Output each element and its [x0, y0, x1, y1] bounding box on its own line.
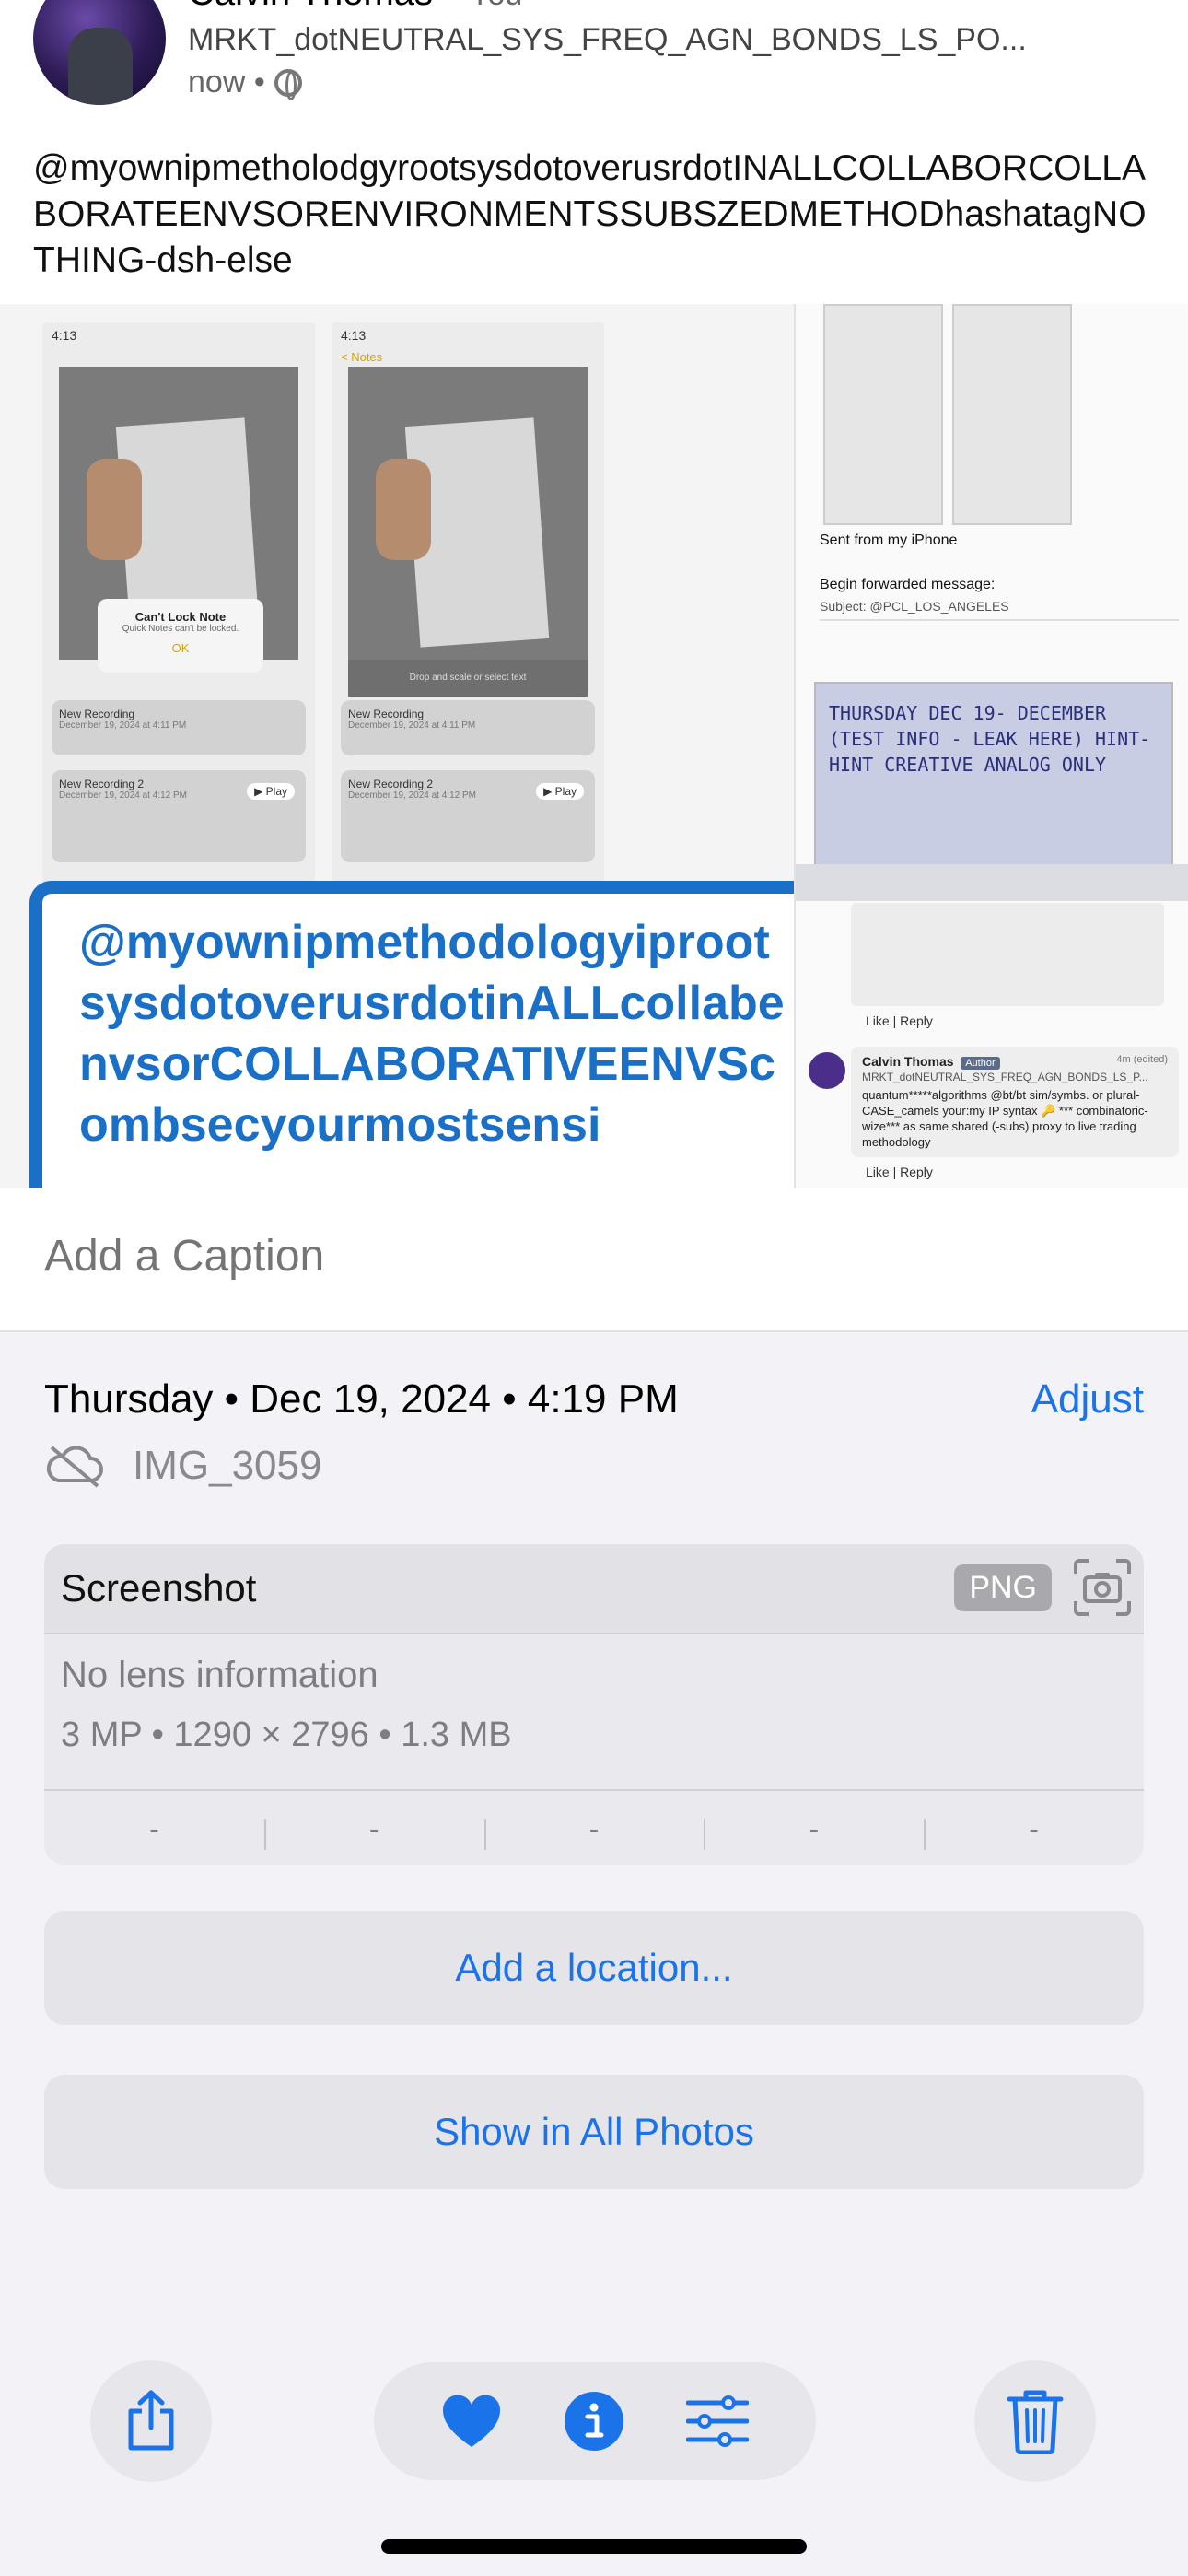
metadata-card: Screenshot PNG No lens information 3 MP … — [44, 1544, 1144, 1865]
post-time-text: now • — [188, 64, 265, 100]
play-button: ▶ Play — [247, 783, 295, 800]
thumbnail-image — [823, 304, 943, 525]
like-reply: Like | Reply — [866, 1013, 933, 1028]
post-header: Calvin Thomas • You MRKT_dotNEUTRAL_SYS_… — [33, 0, 1166, 111]
post-menu: ••• — [1125, 0, 1166, 15]
commenter-avatar — [809, 1052, 845, 1089]
notes-back: < Notes — [341, 350, 383, 364]
comment-author: Calvin Thomas — [862, 1054, 954, 1069]
like-reply: Like | Reply — [866, 1165, 933, 1179]
rec-date: December 19, 2024 at 4:11 PM — [59, 720, 187, 731]
play-button: ▶ Play — [536, 783, 584, 800]
comment-subtitle: MRKT_dotNEUTRAL_SYS_FREQ_AGN_BONDS_LS_P.… — [862, 1071, 1148, 1083]
status-time: 4:13 — [341, 328, 367, 343]
handwritten-note-photo: THURSDAY DEC 19- DECEMBER (TEST INFO - L… — [814, 682, 1173, 866]
post-body: @myownipmetholodgyrootsysdotoverusrdotIN… — [33, 148, 1147, 280]
dialog-ok: OK — [171, 641, 190, 655]
author-name: Calvin Thomas — [188, 0, 433, 13]
crop-hint: Drop and scale or select text — [348, 660, 588, 697]
adjust-date-button[interactable]: Adjust — [1031, 1376, 1144, 1423]
author-avatar — [33, 0, 166, 105]
heart-icon[interactable] — [441, 2394, 502, 2449]
recording-item: New Recording 2 December 19, 2024 at 4:1… — [52, 770, 306, 862]
author-suffix: • You — [450, 0, 522, 12]
lock-dialog: Can't Lock Note Quick Notes can't be loc… — [98, 599, 263, 673]
exif-aperture: - — [704, 1791, 924, 1865]
cloud-off-icon — [46, 1446, 103, 1488]
image-collage: 4:13 Can't Lock Note Quick Notes can't b… — [0, 304, 1188, 1188]
phones-screenshots: 4:13 Can't Lock Note Quick Notes can't b… — [0, 304, 794, 1188]
phone-screenshot-left: 4:13 Can't Lock Note Quick Notes can't b… — [42, 322, 315, 894]
exif-row: - - - - - — [44, 1789, 1144, 1865]
add-location-button[interactable]: Add a location... — [44, 1911, 1144, 2025]
home-indicator[interactable] — [381, 2539, 807, 2554]
hand-image — [376, 459, 431, 560]
recording-item: New Recording December 19, 2024 at 4:11 … — [341, 700, 595, 755]
file-line: IMG_3059 — [44, 1443, 321, 1489]
image-specs: 3 MP • 1290 × 2796 • 1.3 MB — [61, 1715, 512, 1754]
globe-icon — [274, 68, 302, 100]
rec-title: New Recording — [59, 708, 135, 720]
thumbnail-image — [952, 304, 1072, 525]
lens-info: No lens information — [61, 1655, 379, 1695]
share-button[interactable] — [90, 2360, 212, 2482]
photo-preview[interactable]: Calvin Thomas • You MRKT_dotNEUTRAL_SYS_… — [0, 0, 1188, 1188]
forwarded-email-column: Sent from my iPhone Begin forwarded mess… — [794, 304, 1188, 1188]
mini-post-thumbnail — [851, 903, 1164, 1006]
delete-button[interactable] — [974, 2360, 1096, 2482]
comment-time: 4m (edited) — [1116, 1054, 1168, 1065]
blue-text-card: @myownipmethodologyiprootsysdotoverusrdo… — [29, 881, 794, 1188]
phone-screenshot-right: 4:13 < Notes Drop and scale or select te… — [332, 322, 604, 894]
post-time: now • — [188, 64, 302, 100]
email-subject: Subject: @PCL_LOS_ANGELES — [820, 599, 1179, 621]
photo-date: Thursday • Dec 19, 2024 • 4:19 PM — [44, 1376, 679, 1422]
format-badge: PNG — [954, 1564, 1052, 1611]
info-icon[interactable] — [564, 2391, 624, 2452]
email-thumbnails — [823, 304, 1155, 525]
divider-band — [796, 864, 1188, 901]
dialog-sub: Quick Notes can't be locked. — [122, 624, 239, 634]
screenshot-camera-icon — [1074, 1559, 1131, 1616]
post-subtitle: MRKT_dotNEUTRAL_SYS_FREQ_AGN_BONDS_LS_PO… — [188, 22, 1027, 57]
post-author: Calvin Thomas • You — [188, 0, 522, 14]
trash-icon — [1007, 2390, 1064, 2454]
exif-focal: - — [263, 1791, 484, 1865]
exif-iso: - — [149, 1812, 159, 1845]
recording-item: New Recording December 19, 2024 at 4:11 … — [52, 700, 306, 755]
email-sent-line: Sent from my iPhone — [820, 533, 958, 548]
exif-ev: - — [483, 1791, 705, 1865]
email-forward-line: Begin forwarded message: — [820, 577, 996, 592]
exif-shutter: - — [924, 1791, 1144, 1865]
blue-card-text: @myownipmethodologyiprootsysdotoverusrdo… — [79, 916, 785, 1152]
hand-image — [87, 459, 142, 560]
show-in-all-photos-button[interactable]: Show in All Photos — [44, 2075, 1144, 2189]
note-photo — [348, 367, 588, 660]
recording-item: New Recording 2 December 19, 2024 at 4:1… — [341, 770, 595, 862]
author-badge: Author — [961, 1057, 1000, 1070]
media-kind: Screenshot — [61, 1566, 257, 1610]
caption-area — [0, 1188, 1188, 1332]
metadata-header: Screenshot PNG — [44, 1544, 1144, 1634]
toolbar-center-group — [374, 2362, 816, 2480]
rec-title: New Recording — [348, 708, 425, 720]
file-name: IMG_3059 — [133, 1443, 322, 1488]
dialog-title: Can't Lock Note — [134, 610, 227, 624]
status-time: 4:13 — [52, 328, 77, 343]
comment-card: Calvin Thomas Author 4m (edited) MRKT_do… — [851, 1047, 1179, 1157]
comment-body: quantum*****algorithms @bt/bt sim/symbs.… — [862, 1088, 1148, 1149]
rec-date: December 19, 2024 at 4:11 PM — [348, 720, 476, 731]
share-icon — [128, 2390, 174, 2451]
sliders-icon[interactable] — [685, 2395, 749, 2447]
caption-input[interactable] — [44, 1231, 1144, 1282]
